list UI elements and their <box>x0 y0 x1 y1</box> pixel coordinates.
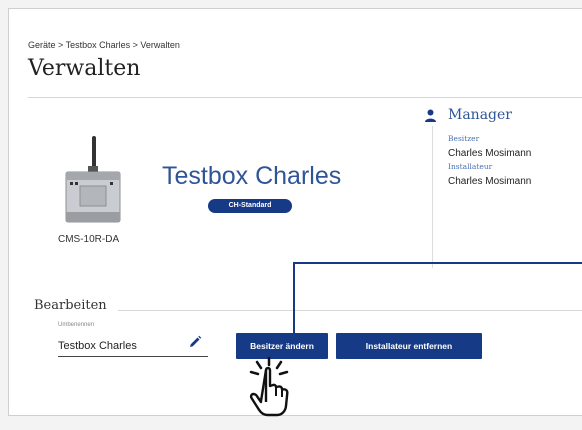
owner-label: Besitzer <box>448 134 480 143</box>
installer-label: Installateur <box>448 162 493 171</box>
tap-hand-icon <box>249 356 289 417</box>
callout-line-vertical <box>293 262 295 334</box>
manager-divider <box>432 126 433 268</box>
manager-title: Manager <box>448 107 512 123</box>
device-name: Testbox Charles <box>162 162 342 190</box>
rename-input[interactable]: Testbox Charles <box>58 340 137 352</box>
rename-underline <box>58 356 208 357</box>
owner-name: Charles Mosimann <box>448 148 532 159</box>
section-title: Bearbeiten <box>34 298 107 313</box>
rename-label: Umbenennen <box>58 322 95 328</box>
callout-line-horizontal <box>293 262 582 264</box>
pencil-icon[interactable] <box>188 335 202 349</box>
person-icon <box>425 109 436 122</box>
header-divider <box>28 97 582 98</box>
device-icon <box>65 136 121 223</box>
page-title: Verwalten <box>28 56 141 81</box>
section-divider <box>118 310 582 311</box>
installer-name: Charles Mosimann <box>448 176 532 187</box>
remove-installer-button[interactable]: Installateur entfernen <box>336 333 482 359</box>
status-badge: CH-Standard <box>208 199 292 213</box>
breadcrumb[interactable]: Geräte > Testbox Charles > Verwalten <box>28 40 180 50</box>
device-model: CMS-10R-DA <box>58 234 120 245</box>
